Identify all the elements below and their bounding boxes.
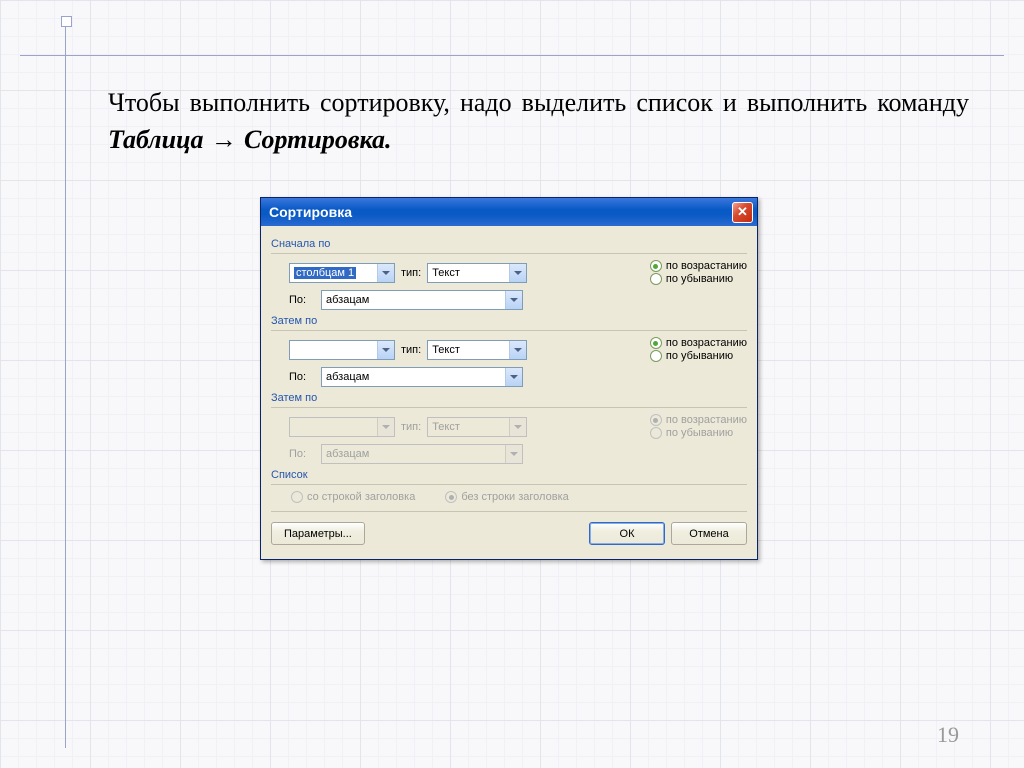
sort1-desc-radio[interactable]: по убыванию <box>650 273 747 285</box>
by-label: По: <box>289 371 315 383</box>
radio-icon <box>650 273 662 285</box>
sort3-type-combo: Текст <box>427 417 527 437</box>
chevron-down-icon <box>509 418 526 436</box>
radio-icon <box>445 491 457 503</box>
chevron-down-icon[interactable] <box>505 291 522 309</box>
sort3-asc-radio: по возрастанию <box>650 414 747 426</box>
sort2-asc-radio[interactable]: по возрастанию <box>650 337 747 349</box>
page-number: 19 <box>937 722 959 748</box>
sort1-asc-radio[interactable]: по возрастанию <box>650 260 747 272</box>
chevron-down-icon[interactable] <box>505 368 522 386</box>
sort2-type-combo[interactable]: Текст <box>427 340 527 360</box>
titlebar[interactable]: Сортировка ✕ <box>261 198 757 226</box>
list-group-label: Список <box>271 469 747 481</box>
sort-dialog: Сортировка ✕ Сначала по столбцам 1 тип: … <box>260 197 758 560</box>
cancel-button[interactable]: Отмена <box>671 522 747 545</box>
sort2-by-combo[interactable]: абзацам <box>321 367 523 387</box>
sort2-desc-radio[interactable]: по убыванию <box>650 350 747 362</box>
chevron-down-icon[interactable] <box>377 341 394 359</box>
radio-icon <box>291 491 303 503</box>
type-label: тип: <box>401 344 421 356</box>
group2-label: Затем по <box>271 315 747 327</box>
sort3-by-combo: абзацам <box>321 444 523 464</box>
radio-icon <box>650 337 662 349</box>
sort1-by-combo[interactable]: абзацам <box>321 290 523 310</box>
close-icon: ✕ <box>737 204 748 220</box>
chevron-down-icon[interactable] <box>377 264 394 282</box>
sort2-field-combo[interactable] <box>289 340 395 360</box>
chevron-down-icon <box>377 418 394 436</box>
by-label: По: <box>289 294 315 306</box>
type-label: тип: <box>401 421 421 433</box>
close-button[interactable]: ✕ <box>732 202 753 223</box>
group3-label: Затем по <box>271 392 747 404</box>
dialog-title: Сортировка <box>269 204 732 220</box>
instruction-text: Чтобы выполнить сортировку, надо выделит… <box>108 85 969 159</box>
sort1-field-combo[interactable]: столбцам 1 <box>289 263 395 283</box>
without-header-radio: без строки заголовка <box>445 491 568 503</box>
sort3-field-combo <box>289 417 395 437</box>
params-button[interactable]: Параметры... <box>271 522 365 545</box>
group1-label: Сначала по <box>271 238 747 250</box>
radio-icon <box>650 350 662 362</box>
radio-icon <box>650 427 662 439</box>
radio-icon <box>650 260 662 272</box>
sort1-type-combo[interactable]: Текст <box>427 263 527 283</box>
radio-icon <box>650 414 662 426</box>
by-label: По: <box>289 448 315 460</box>
chevron-down-icon <box>505 445 522 463</box>
ok-button[interactable]: ОК <box>589 522 665 545</box>
chevron-down-icon[interactable] <box>509 264 526 282</box>
chevron-down-icon[interactable] <box>509 341 526 359</box>
with-header-radio: со строкой заголовка <box>291 491 415 503</box>
sort3-desc-radio: по убыванию <box>650 427 747 439</box>
type-label: тип: <box>401 267 421 279</box>
